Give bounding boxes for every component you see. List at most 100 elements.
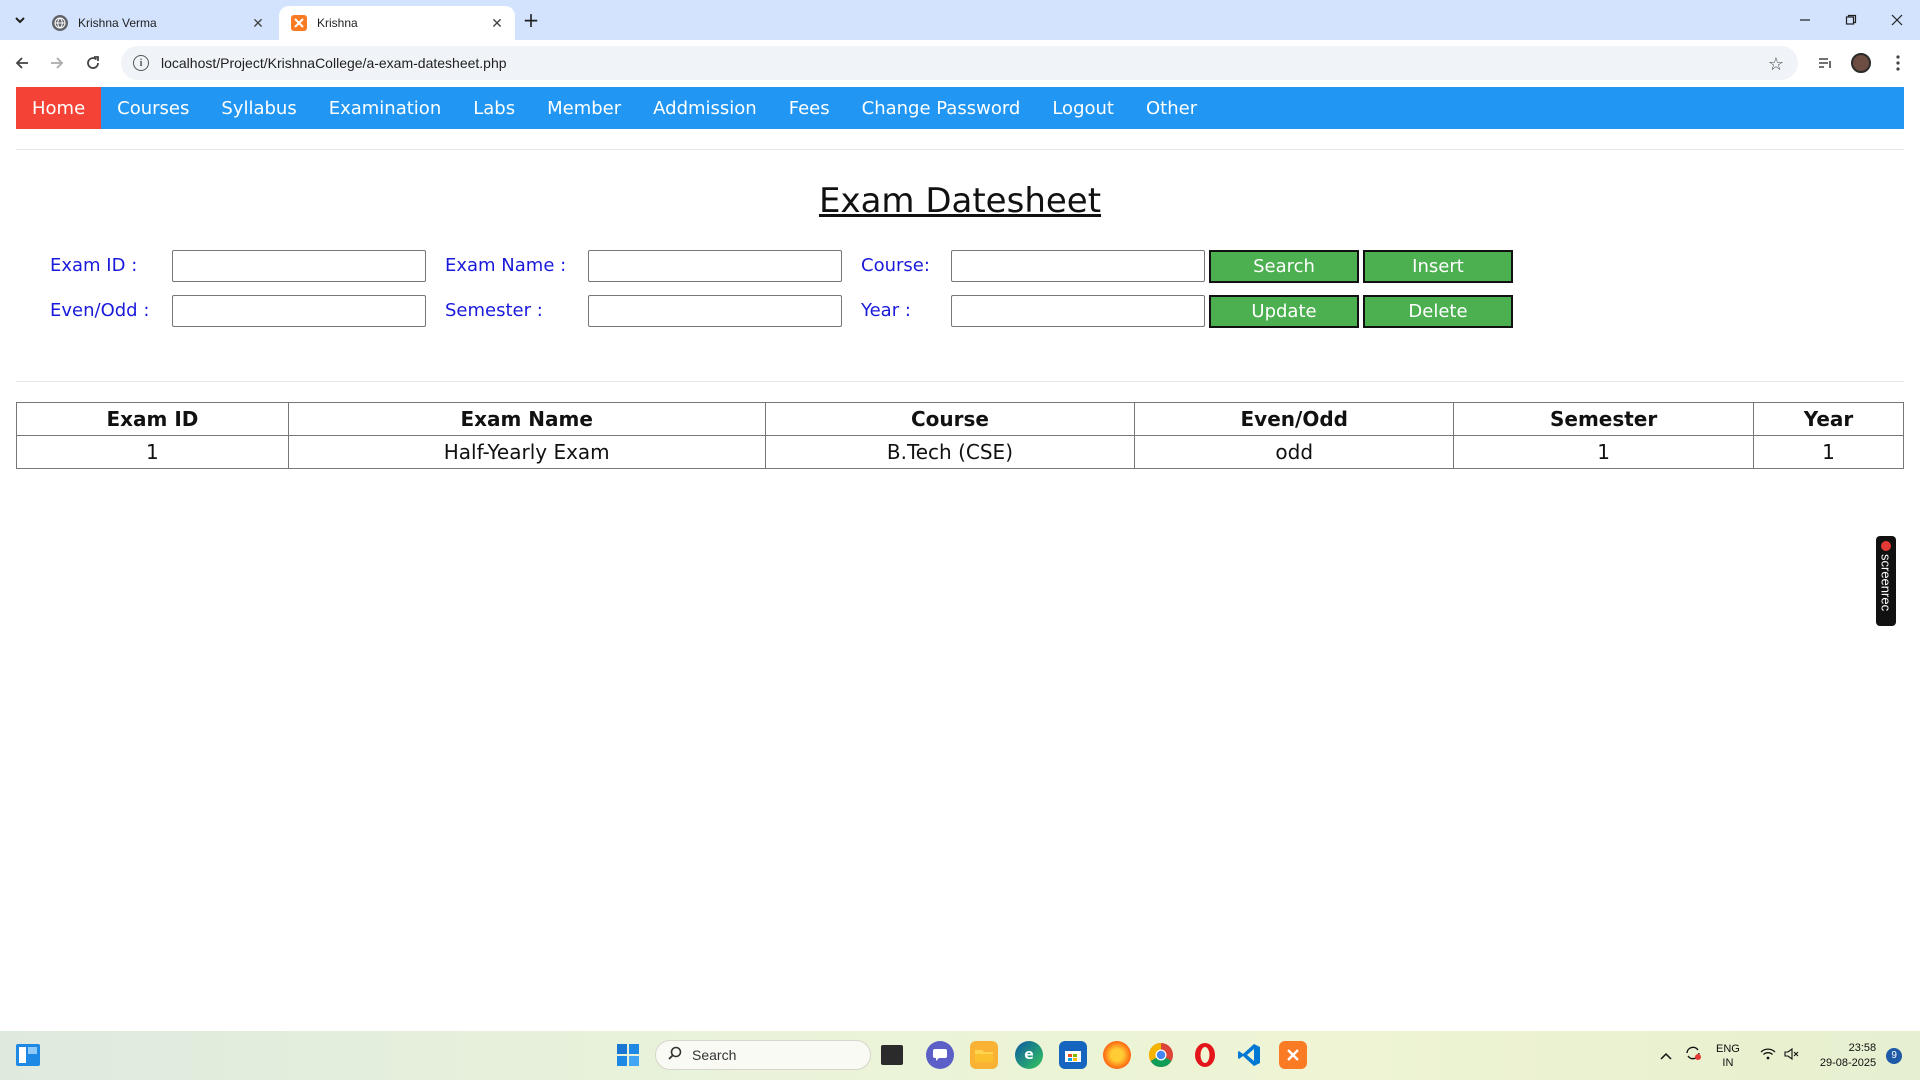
- xampp-icon: [291, 15, 307, 31]
- divider: [16, 149, 1904, 150]
- clock-date: 29-08-2025: [1819, 1056, 1877, 1069]
- search-button[interactable]: Search: [1209, 250, 1359, 283]
- restore-icon[interactable]: [1828, 0, 1874, 40]
- edge-browser-icon[interactable]: e: [1015, 1041, 1043, 1069]
- media-controls-icon[interactable]: [1811, 49, 1839, 77]
- record-dot-icon: [1881, 541, 1891, 551]
- file-explorer-icon[interactable]: [970, 1041, 998, 1069]
- chrome-icon[interactable]: [1147, 1041, 1175, 1069]
- opera-icon[interactable]: [1191, 1041, 1219, 1069]
- insert-button[interactable]: Insert: [1363, 250, 1513, 283]
- delete-button[interactable]: Delete: [1363, 295, 1513, 328]
- system-tray: ENG IN 23:58 29-08-2025 9: [1660, 1031, 1903, 1080]
- tab-title: Krishna Verma: [78, 16, 157, 30]
- xampp-taskbar-icon[interactable]: [1279, 1041, 1307, 1069]
- column-header: Exam Name: [287, 402, 766, 436]
- column-header: Year: [1753, 402, 1904, 436]
- column-header: Semester: [1453, 402, 1755, 436]
- nav-member[interactable]: Member: [531, 87, 637, 129]
- table-cell: 1: [1753, 435, 1904, 469]
- task-view-icon[interactable]: [881, 1045, 903, 1065]
- windows-start-icon[interactable]: [614, 1041, 642, 1069]
- taskbar-search[interactable]: Search: [655, 1040, 871, 1070]
- column-header: Course: [764, 402, 1136, 436]
- url-text: localhost/Project/KrishnaCollege/a-exam-…: [161, 55, 507, 71]
- course-label: Course:: [861, 255, 930, 276]
- exam-id-input[interactable]: [172, 250, 426, 282]
- speaker-muted-icon[interactable]: [1784, 1047, 1800, 1065]
- language-code: ENG: [1716, 1042, 1740, 1055]
- datesheet-table: Exam ID Exam Name Course Even/Odd Semest…: [16, 402, 1904, 469]
- nav-home[interactable]: Home: [16, 87, 102, 129]
- main-navbar: Home Courses Syllabus Examination Labs M…: [16, 87, 1904, 129]
- divider: [16, 381, 1904, 382]
- close-tab-icon[interactable]: ✕: [248, 13, 268, 33]
- region-code: IN: [1722, 1056, 1734, 1069]
- nav-change-password[interactable]: Change Password: [846, 87, 1037, 129]
- exam-name-input[interactable]: [588, 250, 842, 282]
- table-cell: 1: [1453, 435, 1755, 469]
- screenrec-widget[interactable]: screenrec: [1876, 536, 1896, 626]
- clock-time: 23:58: [1848, 1041, 1877, 1054]
- forward-arrow-icon[interactable]: [43, 49, 71, 77]
- vscode-icon[interactable]: [1235, 1041, 1263, 1069]
- semester-label: Semester :: [445, 300, 543, 321]
- table-cell: Half-Yearly Exam: [287, 435, 766, 469]
- browser-tab-krishna[interactable]: Krishna ✕: [279, 6, 515, 40]
- tab-title: Krishna: [317, 16, 358, 30]
- firefox-icon[interactable]: [1103, 1041, 1131, 1069]
- semester-input[interactable]: [588, 295, 842, 327]
- nav-courses[interactable]: Courses: [101, 87, 205, 129]
- table-cell: 1: [16, 435, 289, 469]
- wifi-icon[interactable]: [1760, 1047, 1776, 1065]
- even-odd-label: Even/Odd :: [50, 300, 150, 321]
- nav-syllabus[interactable]: Syllabus: [205, 87, 312, 129]
- tab-search-chevron-icon[interactable]: [8, 8, 32, 32]
- table-cell: odd: [1134, 435, 1455, 469]
- clock[interactable]: 23:58 29-08-2025: [1820, 1041, 1876, 1071]
- browser-toolbar: i localhost/Project/KrishnaCollege/a-exa…: [0, 40, 1920, 86]
- widgets-icon[interactable]: [14, 1041, 42, 1069]
- year-label: Year :: [861, 300, 911, 321]
- address-bar[interactable]: i localhost/Project/KrishnaCollege/a-exa…: [121, 46, 1798, 80]
- profile-avatar[interactable]: [1847, 49, 1875, 77]
- column-header: Even/Odd: [1134, 402, 1455, 436]
- teams-chat-icon[interactable]: [926, 1041, 954, 1069]
- browser-tab-krishna-verma[interactable]: Krishna Verma ✕: [40, 6, 276, 40]
- nav-labs[interactable]: Labs: [457, 87, 531, 129]
- nav-addmission[interactable]: Addmission: [637, 87, 773, 129]
- year-input[interactable]: [951, 295, 1205, 327]
- column-header: Exam ID: [16, 402, 289, 436]
- exam-id-label: Exam ID :: [50, 255, 138, 276]
- table-header-row: Exam ID Exam Name Course Even/Odd Semest…: [16, 402, 1904, 436]
- language-indicator[interactable]: ENG IN: [1716, 1042, 1740, 1070]
- windows-taskbar: Search e ENG IN 23:58 29-08-2025 9: [0, 1031, 1920, 1080]
- more-menu-icon[interactable]: [1884, 49, 1912, 77]
- update-button[interactable]: Update: [1209, 295, 1359, 328]
- screenrec-label: screenrec: [1878, 554, 1894, 612]
- sync-icon[interactable]: [1684, 1045, 1702, 1066]
- bookmark-star-icon[interactable]: ☆: [1768, 54, 1784, 75]
- nav-fees[interactable]: Fees: [773, 87, 846, 129]
- nav-examination[interactable]: Examination: [313, 87, 458, 129]
- new-tab-button[interactable]: +: [519, 8, 543, 32]
- page-content: Home Courses Syllabus Examination Labs M…: [0, 86, 1920, 1031]
- search-icon: [668, 1046, 682, 1064]
- notification-badge[interactable]: 9: [1886, 1047, 1903, 1064]
- even-odd-input[interactable]: [172, 295, 426, 327]
- back-arrow-icon[interactable]: [8, 49, 36, 77]
- table-row: 1 Half-Yearly Exam B.Tech (CSE) odd 1 1: [16, 435, 1904, 469]
- minimize-icon[interactable]: [1782, 0, 1828, 40]
- nav-logout[interactable]: Logout: [1036, 87, 1130, 129]
- globe-icon: [52, 15, 68, 31]
- site-info-icon[interactable]: i: [133, 55, 149, 71]
- microsoft-store-icon[interactable]: [1059, 1041, 1087, 1069]
- nav-other[interactable]: Other: [1130, 87, 1213, 129]
- close-window-icon[interactable]: [1874, 0, 1920, 40]
- reload-icon[interactable]: [79, 49, 107, 77]
- close-tab-icon[interactable]: ✕: [487, 13, 507, 33]
- course-input[interactable]: [951, 250, 1205, 282]
- chevron-up-icon[interactable]: [1660, 1047, 1672, 1065]
- exam-name-label: Exam Name :: [445, 255, 567, 276]
- browser-tab-bar: Krishna Verma ✕ Krishna ✕ +: [0, 0, 1920, 40]
